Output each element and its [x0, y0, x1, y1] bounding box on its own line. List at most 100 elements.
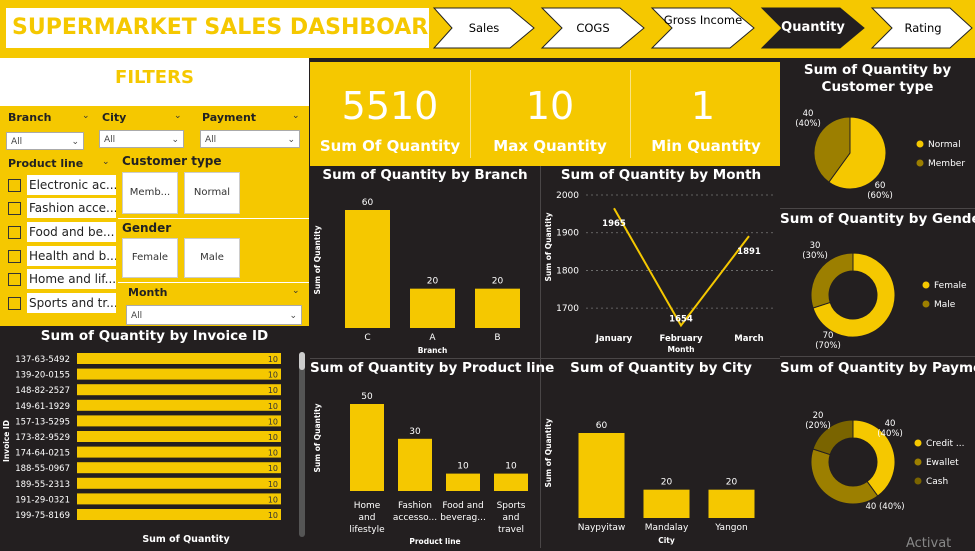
tab-sales-label: Sales	[468, 21, 500, 35]
bar	[77, 384, 281, 396]
category-label: Sports and travel	[497, 501, 526, 535]
branch-dropdown[interactable]: All ⌄	[6, 132, 84, 150]
payment-dropdown[interactable]: All ⌄	[200, 130, 300, 148]
gender-male-tile[interactable]: Male	[184, 238, 240, 278]
data-label: 1891	[737, 247, 761, 257]
tab-gross-income-label: Gross Income	[663, 13, 743, 27]
y-axis-label: Sum of Quantity	[544, 212, 553, 281]
checkbox[interactable]	[8, 273, 21, 286]
legend-marker	[916, 140, 924, 148]
y-axis-label: Sum of Quantity	[313, 403, 322, 472]
product-line-option[interactable]: Fashion acce...	[8, 198, 116, 218]
gender-filter-label: Gender	[122, 221, 172, 235]
pie-slice	[810, 252, 854, 309]
bar	[475, 288, 520, 328]
y-axis-label: Invoice ID	[2, 420, 11, 462]
tick-label: 1900	[556, 229, 579, 239]
month-filter-label: Month	[128, 286, 168, 299]
y-axis-label: Sum of Quantity	[544, 418, 553, 487]
checkbox[interactable]	[8, 250, 21, 263]
bar	[77, 431, 281, 442]
legend-marker	[916, 159, 924, 167]
scrollbar-thumb[interactable]	[299, 352, 305, 370]
scrollbar[interactable]	[299, 352, 305, 537]
payment-value: All	[205, 135, 217, 145]
category-label: Food and beverag...	[440, 501, 486, 523]
category-label: Fashion accesso...	[393, 501, 437, 523]
data-label: 10	[505, 462, 517, 472]
chart-title: Sum of Quantity by Product line	[310, 360, 555, 376]
product-line-option[interactable]: Sports and tr...	[8, 293, 116, 313]
data-label: 60	[362, 198, 374, 208]
data-label: 10	[268, 449, 278, 458]
checkbox[interactable]	[8, 226, 21, 239]
category-label: 148-82-2527	[15, 386, 70, 396]
gender-female-tile[interactable]: Female	[122, 238, 178, 278]
category-label: 149-61-1929	[15, 402, 70, 412]
chart-title: Sum of Quantity by Customer type	[803, 62, 952, 95]
bar	[77, 462, 281, 474]
city-chart: 60 Naypyitaw 20 Mandalay 20 Yangon City Sum of …	[544, 418, 755, 545]
product-line-filter-label: Product line	[8, 157, 84, 170]
x-axis-label: City	[658, 536, 675, 545]
product-line-option[interactable]: Food and be...	[8, 222, 116, 242]
customer-type-filter-label: Customer type	[122, 154, 222, 168]
city-filter-label: City	[102, 111, 127, 124]
product-line-option-label: Sports and tr...	[27, 293, 116, 313]
data-label: 10	[268, 417, 278, 426]
data-label: 10	[268, 386, 278, 395]
chevron-down-icon[interactable]: ⌄	[82, 111, 90, 121]
chevron-down-icon[interactable]: ⌄	[292, 286, 300, 296]
bar	[77, 415, 281, 427]
data-label: 40 (40%)	[795, 109, 821, 129]
chevron-down-icon[interactable]: ⌄	[292, 111, 300, 121]
month-dropdown[interactable]: All ⌄	[126, 305, 302, 325]
bar	[708, 489, 755, 518]
checkbox[interactable]	[8, 179, 21, 192]
category-label: 174-64-0215	[15, 449, 70, 459]
bar	[494, 473, 528, 491]
bar	[350, 404, 384, 491]
city-dropdown[interactable]: All ⌄	[99, 130, 184, 148]
divider	[780, 356, 975, 357]
customer-type-normal-tile[interactable]: Normal	[184, 172, 240, 214]
data-label: 1654	[669, 314, 693, 324]
data-label: 10	[268, 480, 278, 489]
dashboard-title: SUPERMARKET SALES DASHBOARD	[6, 8, 429, 48]
chevron-down-icon[interactable]: ⌄	[174, 111, 182, 121]
checkbox[interactable]	[8, 297, 21, 310]
chevron-down-icon[interactable]: ⌄	[102, 157, 110, 167]
bar	[77, 493, 281, 505]
bar	[77, 368, 281, 380]
month-chart: 2000 1900 1800 1700 1965 January 1654 February 1…	[544, 191, 773, 354]
product-line-option[interactable]: Electronic ac...	[8, 175, 116, 195]
category-label: 137-63-5492	[15, 355, 70, 365]
customer-type-chart: 60 (60%) Normal 40 (40%) Member	[795, 109, 965, 201]
checkbox[interactable]	[8, 202, 21, 215]
payment-chart: 40 (40%) Credit ... 40 (40%) Ewallet 20 (20%) C…	[805, 411, 964, 512]
category-label: March	[734, 334, 763, 344]
product-line-option[interactable]: Home and lif...	[8, 269, 116, 289]
product-line-chart: 50 Home and lifestyle 30 Fashion accesso... 10 F…	[313, 392, 528, 546]
gender-chart: 70 (70%)Female30 (30%)Male	[802, 241, 967, 351]
data-label: 40 (40%)	[877, 419, 903, 439]
product-line-option-label: Electronic ac...	[27, 175, 116, 195]
bar	[398, 438, 432, 491]
watermark: Activat	[906, 536, 952, 551]
bar	[345, 210, 390, 328]
branch-filter-label: Branch	[8, 111, 52, 124]
kpi-max-quantity-label: Max Quantity	[493, 137, 607, 155]
bar	[446, 473, 480, 491]
product-line-option[interactable]: Health and b...	[8, 246, 116, 266]
tick-label: 1800	[556, 266, 579, 276]
chevron-down-icon: ⌄	[71, 137, 79, 147]
category-label: A	[429, 333, 436, 343]
category-label: Naypyitaw	[578, 523, 626, 533]
divider	[310, 358, 780, 359]
customer-type-member-tile[interactable]: Memb...	[122, 172, 178, 214]
nav-bar: Sales COGS Gross Income Quantity Rating	[432, 0, 975, 58]
tick-label: 1700	[556, 304, 579, 314]
data-label: 10	[268, 433, 278, 442]
category-label: B	[494, 333, 500, 343]
invoice-chart: 137-63-5492 10 139-20-0155 10 148-82-2527 10 1…	[2, 352, 305, 545]
